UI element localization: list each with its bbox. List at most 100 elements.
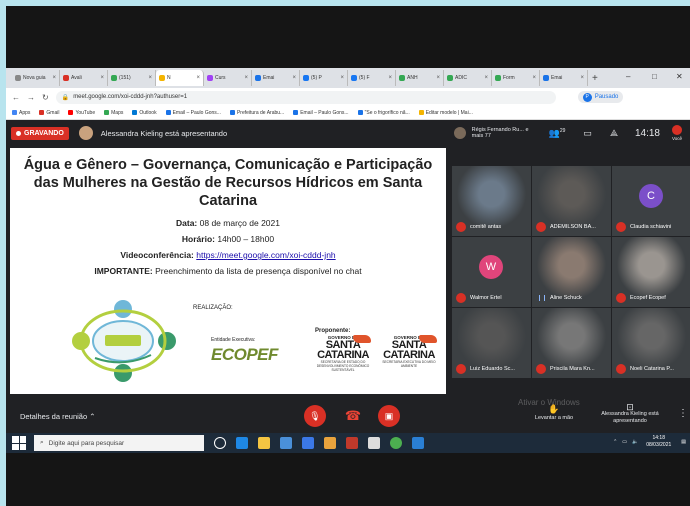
bookmark-item[interactable]: "Se o frigorífico nã... (357, 110, 410, 116)
tray-clock[interactable]: 14:18 08/03/2021 (646, 435, 671, 449)
record-dot-icon (16, 130, 21, 136)
browser-tab[interactable]: ADIC × (444, 70, 492, 86)
meet-clock: 14:18 (634, 127, 660, 139)
participant-tile[interactable]: Aline Schuck (532, 237, 611, 307)
more-options-icon[interactable]: ⋮ (678, 408, 688, 419)
chrome-icon[interactable] (390, 437, 402, 449)
leave-call-button[interactable]: ☎ (342, 405, 364, 427)
tab-close-icon[interactable]: × (292, 75, 296, 81)
recording-badge: GRAVANDO (11, 126, 69, 140)
browser-tab[interactable]: Curs × (204, 70, 252, 86)
others-text: Régis Fernando Ru... e mais 77 (471, 127, 529, 139)
self-view[interactable]: Você (668, 125, 686, 141)
participant-tile[interactable]: Priscila Mara Kn... (532, 308, 611, 378)
browser-tab[interactable]: Nova guia × (12, 70, 60, 86)
participant-avatar: W (479, 255, 503, 279)
notes-icon[interactable] (368, 437, 380, 449)
participant-tile[interactable]: C Claudia schiavini (612, 166, 690, 236)
participant-tile[interactable]: comitê antas (452, 166, 531, 236)
bookmark-item[interactable]: Email – Paulo Gons... (293, 110, 349, 116)
browser-tab[interactable]: Form × (492, 70, 540, 86)
chat-icon[interactable]: ▭ (583, 128, 592, 139)
browser-tab[interactable]: ANH × (396, 70, 444, 86)
participant-tile[interactable]: Noeli Catarina P... (612, 308, 690, 378)
bookmark-favicon-icon (132, 110, 138, 115)
tab-close-icon[interactable]: × (196, 75, 200, 81)
sc-flag-icon (419, 335, 437, 343)
participant-tile[interactable]: Ecopef Ecopef (612, 237, 690, 307)
app-red-icon[interactable] (346, 437, 358, 449)
profile-button[interactable]: P Pausado (577, 91, 624, 103)
self-avatar (672, 125, 682, 135)
network-icon[interactable]: ▭ (622, 439, 627, 445)
browser-tab[interactable]: N × (156, 70, 204, 86)
new-tab-icon[interactable]: + (592, 73, 598, 84)
participant-tile[interactable]: W Walmor Ertel (452, 237, 531, 307)
volume-icon[interactable]: 🔈 (632, 439, 638, 445)
photos-icon[interactable] (412, 437, 424, 449)
bookmark-item[interactable]: YouTube (68, 110, 95, 116)
raise-hand-button[interactable]: ✋ Levantar a mão (534, 404, 574, 421)
bookmark-item[interactable]: Maps (104, 110, 123, 116)
search-icon: ⌕ (40, 439, 44, 446)
tray-arrow-icon[interactable]: ⌃ (613, 439, 617, 445)
tab-close-icon[interactable]: × (580, 75, 584, 81)
url-input[interactable]: 🔒 meet.google.com/xoi-cddd-jnh?authuser=… (55, 90, 556, 104)
tab-close-icon[interactable]: × (244, 75, 248, 81)
maximize-icon[interactable]: □ (652, 72, 657, 81)
back-icon[interactable]: ← (12, 93, 20, 102)
tab-label: Form (503, 75, 515, 81)
taskbar-search[interactable]: ⌕ Digite aqui para pesquisar (34, 435, 204, 451)
meeting-details-button[interactable]: Detalhes da reunião ⌃ (20, 412, 96, 421)
app-x-icon[interactable] (324, 437, 336, 449)
bookmark-item[interactable]: Prefeitura de Arabu... (229, 110, 284, 116)
tab-close-icon[interactable]: × (340, 75, 344, 81)
forward-icon[interactable]: → (27, 93, 35, 102)
tab-close-icon[interactable]: × (388, 75, 392, 81)
bookmark-item[interactable]: Outlook (132, 110, 157, 116)
task-view-icon[interactable] (214, 437, 226, 449)
notifications-icon[interactable]: ▤ (681, 439, 686, 445)
minimize-icon[interactable]: – (626, 72, 630, 81)
people-icon[interactable]: 👥29 (549, 128, 566, 139)
browser-tab[interactable]: (5) F × (348, 70, 396, 86)
participant-tile[interactable]: ADEMILSON BA... (532, 166, 611, 236)
mic-off-button[interactable]: 🎙 (304, 405, 326, 427)
camera-off-button[interactable]: ▣ (378, 405, 400, 427)
browser-tab[interactable]: Avali × (60, 70, 108, 86)
windows-start-icon[interactable] (12, 436, 26, 450)
tab-favicon-icon (495, 75, 501, 81)
mail-icon[interactable] (302, 437, 314, 449)
participant-tile[interactable]: Luiz Eduardo Sc... (452, 308, 531, 378)
tab-close-icon[interactable]: × (148, 75, 152, 81)
file-explorer-icon[interactable] (258, 437, 270, 449)
close-window-icon[interactable]: ✕ (676, 72, 683, 81)
bookmark-item[interactable]: Gmail (39, 110, 59, 116)
video-link[interactable]: https://meet.google.com/xoi-cddd-jnh (196, 250, 335, 260)
activities-icon[interactable]: ⟁ (610, 128, 618, 139)
tab-close-icon[interactable]: × (52, 75, 56, 81)
reload-icon[interactable]: ↻ (42, 93, 49, 102)
proponente-label: Proponente: (315, 328, 351, 334)
bookmark-favicon-icon (39, 110, 45, 115)
bookmark-label: Apps (19, 109, 31, 116)
bookmark-favicon-icon (12, 110, 17, 115)
browser-tab[interactable]: Emai × (540, 70, 588, 86)
present-icon: ⊡ (626, 402, 634, 412)
present-button[interactable]: ⊡ Alessandra Kieling está apresentando (600, 402, 660, 425)
browser-tab[interactable]: Emai × (252, 70, 300, 86)
browser-tab[interactable]: (151) × (108, 70, 156, 86)
browser-tab[interactable]: (5) P × (300, 70, 348, 86)
tab-close-icon[interactable]: × (532, 75, 536, 81)
tab-close-icon[interactable]: × (100, 75, 104, 81)
sc-logo-sema: GOVERNO DE SANTA CATARINA SECRETARIA EXE… (379, 335, 439, 368)
tab-close-icon[interactable]: × (484, 75, 488, 81)
antas-logo (72, 300, 176, 382)
bookmark-item[interactable]: Apps (12, 110, 30, 116)
meet-top-bar: GRAVANDO Alessandra Kieling está apresen… (6, 120, 690, 146)
store-icon[interactable] (280, 437, 292, 449)
bookmark-item[interactable]: Editar modelo | Mai... (418, 110, 473, 116)
bookmark-item[interactable]: Email – Paulo Gons... (165, 110, 221, 116)
tab-close-icon[interactable]: × (436, 75, 440, 81)
edge-icon[interactable] (236, 437, 248, 449)
